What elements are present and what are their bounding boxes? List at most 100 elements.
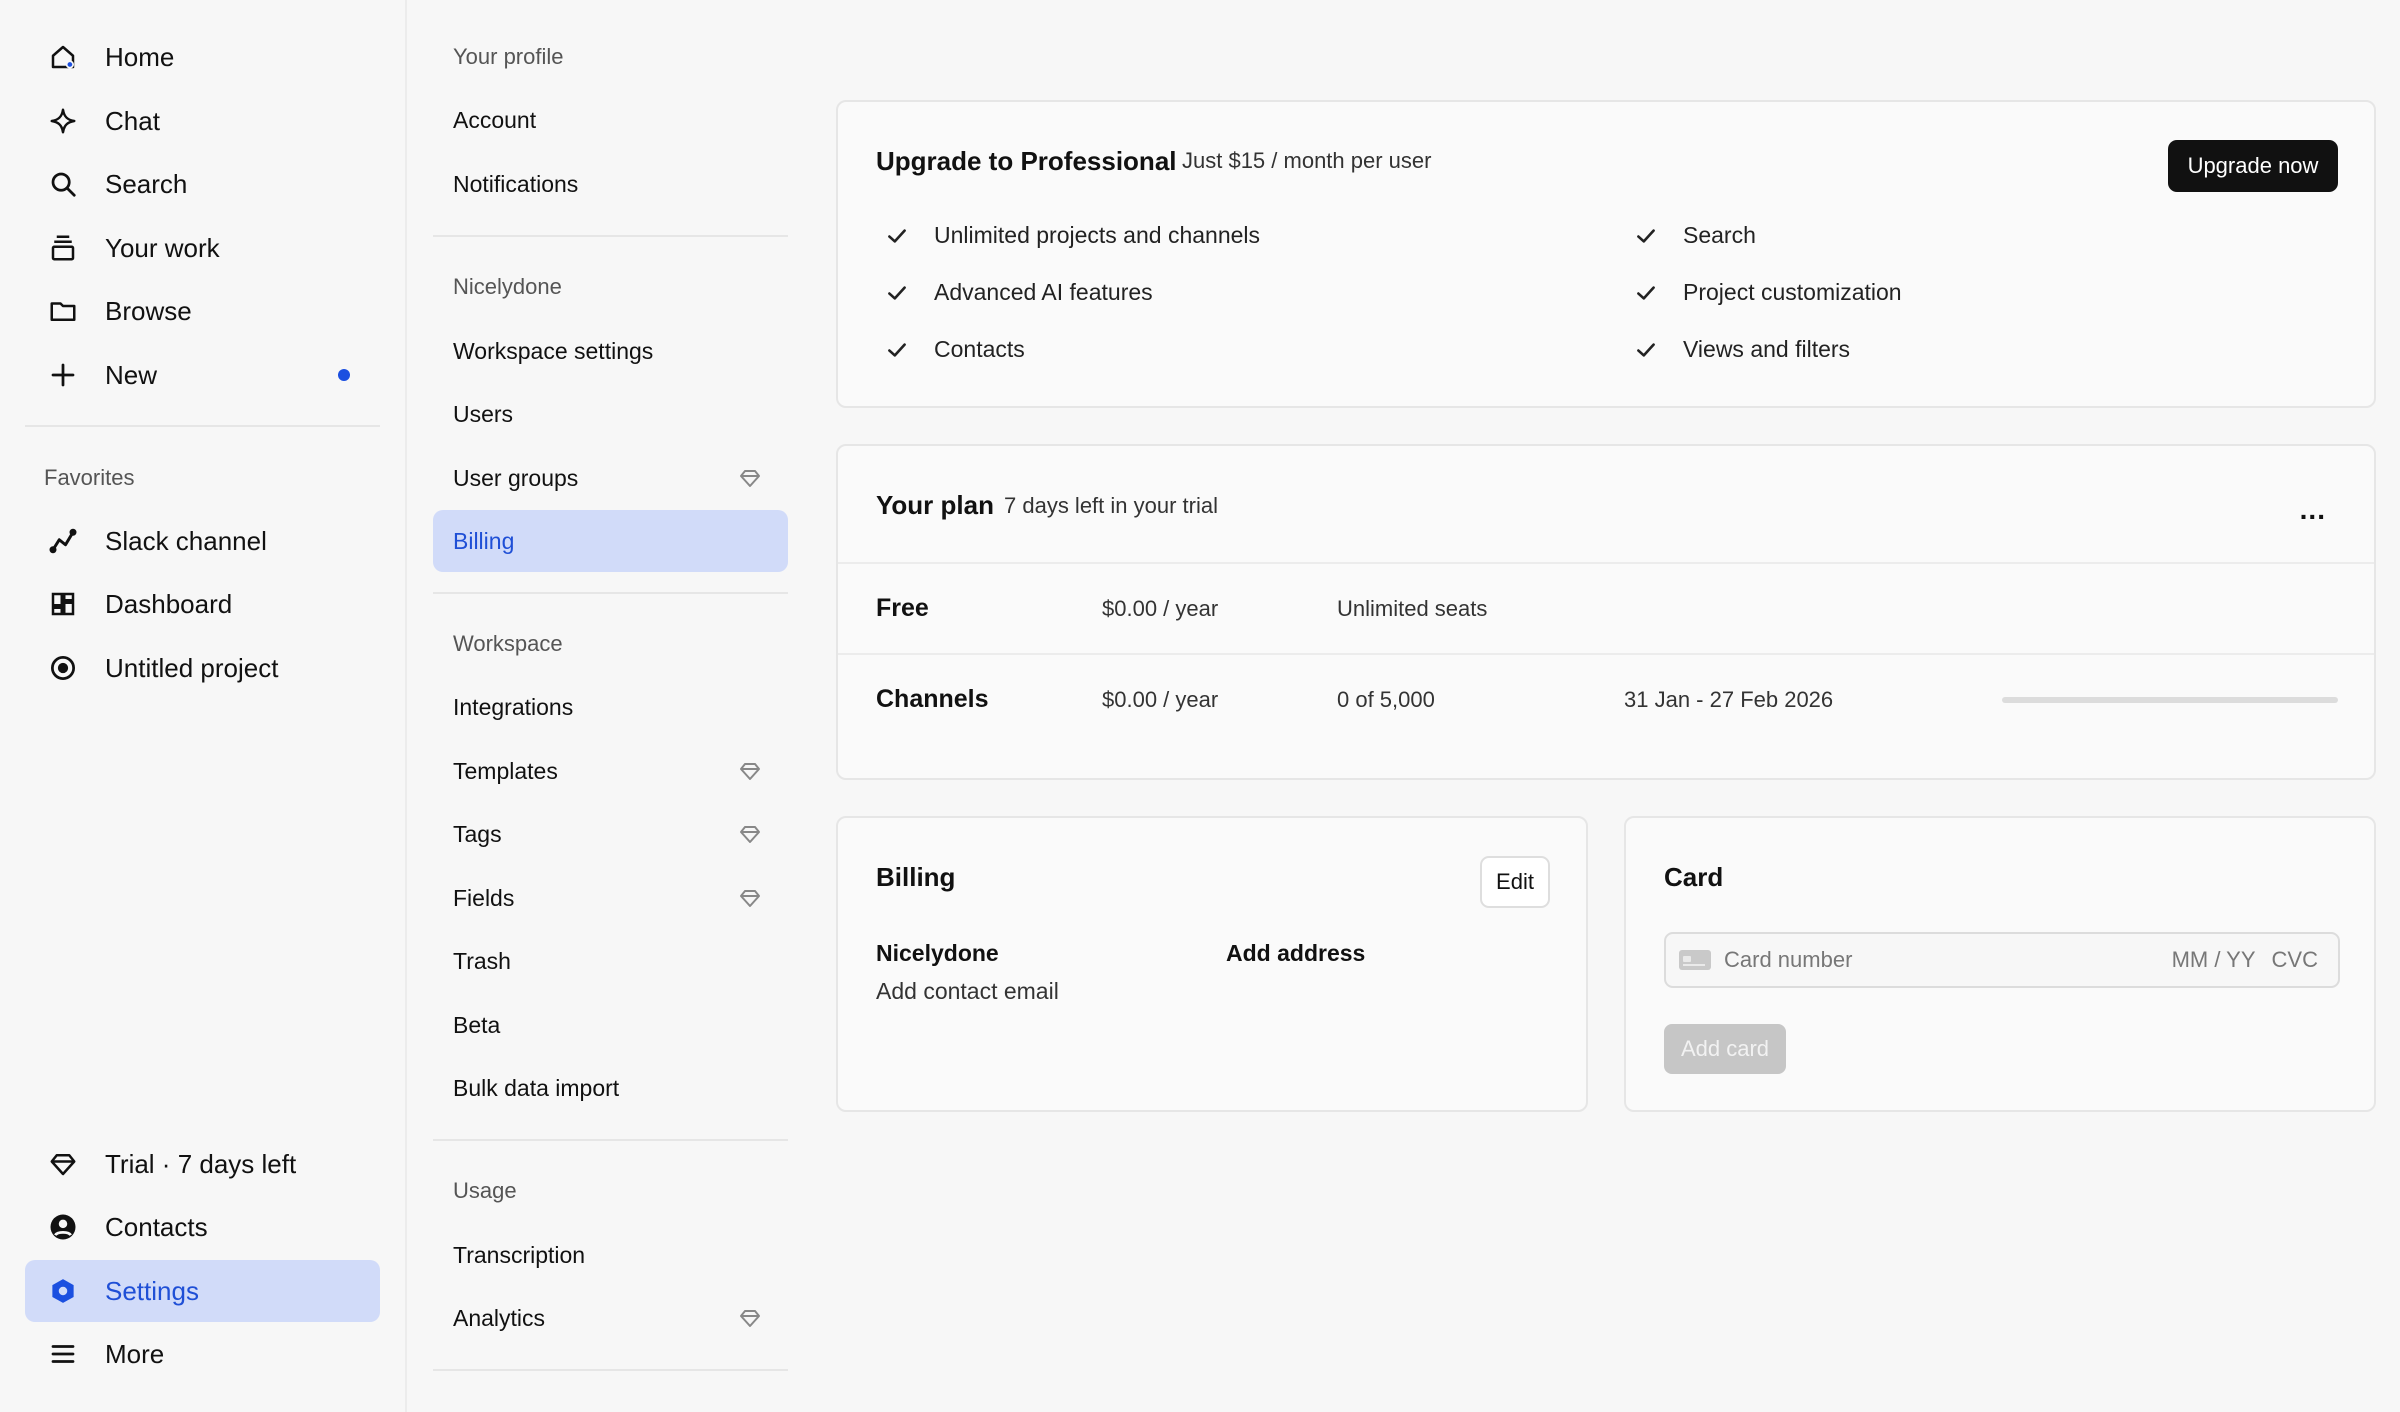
nav-chat[interactable]: Chat bbox=[25, 90, 380, 152]
plan-row-detail: Unlimited seats bbox=[1337, 596, 1488, 621]
dashboard-icon bbox=[37, 589, 89, 619]
plan-trial-status: 7 days left in your trial bbox=[1004, 493, 1218, 518]
settings-item-account[interactable]: Account bbox=[433, 89, 788, 151]
feature-label: Unlimited projects and channels bbox=[934, 222, 1261, 248]
settings-item-label: Trash bbox=[453, 947, 511, 974]
settings-item-beta[interactable]: Beta bbox=[433, 994, 788, 1056]
settings-divider bbox=[433, 592, 788, 594]
settings-section-heading: Nicelydone bbox=[453, 274, 562, 299]
billing-org-name: Nicelydone bbox=[876, 940, 999, 966]
sidebar-divider bbox=[25, 425, 380, 427]
menu-icon bbox=[37, 1339, 89, 1369]
settings-item-analytics[interactable]: Analytics bbox=[433, 1287, 788, 1349]
plus-icon bbox=[37, 360, 89, 390]
add-contact-email-link[interactable]: Add contact email bbox=[876, 978, 1059, 1005]
feature-label: Contacts bbox=[934, 336, 1025, 362]
nav-contacts-label: Contacts bbox=[105, 1211, 208, 1242]
favorite-label: Untitled project bbox=[105, 652, 279, 683]
user-circle-icon bbox=[37, 1212, 89, 1242]
feature-label: Views and filters bbox=[1683, 336, 1851, 362]
settings-item-billing[interactable]: Billing bbox=[433, 510, 788, 572]
premium-diamond-icon bbox=[740, 890, 760, 907]
card-number-placeholder[interactable]: Card number bbox=[1724, 947, 2172, 973]
add-address-link[interactable]: Add address bbox=[1226, 940, 1365, 967]
add-card-button[interactable]: Add card bbox=[1664, 1024, 1786, 1074]
nav-chat-label: Chat bbox=[105, 105, 160, 136]
settings-item-integrations[interactable]: Integrations bbox=[433, 676, 788, 738]
stack-icon bbox=[37, 233, 89, 263]
feature-item: Views and filters bbox=[1633, 336, 1850, 363]
settings-item-bulk-data-import[interactable]: Bulk data import bbox=[433, 1057, 788, 1119]
plan-row-free: Free $0.00 / year Unlimited seats bbox=[838, 564, 2374, 654]
nav-settings-label: Settings bbox=[105, 1275, 199, 1306]
settings-item-fields[interactable]: Fields bbox=[433, 867, 788, 929]
settings-item-transcription[interactable]: Transcription bbox=[433, 1224, 788, 1286]
settings-item-label: Workspace settings bbox=[453, 337, 654, 364]
card-cvc-placeholder[interactable]: CVC bbox=[2272, 947, 2318, 973]
feature-item: Search bbox=[1633, 222, 1756, 249]
nav-trial-label: Trial · 7 days left bbox=[105, 1148, 297, 1179]
feature-item: Advanced AI features bbox=[884, 279, 1153, 306]
settings-item-user-groups[interactable]: User groups bbox=[433, 447, 788, 509]
nav-browse-label: Browse bbox=[105, 295, 192, 326]
card-number-field[interactable]: Card number MM / YY CVC bbox=[1664, 932, 2340, 988]
nav-settings[interactable]: Settings bbox=[25, 1260, 380, 1322]
nav-new[interactable]: New bbox=[25, 344, 380, 406]
settings-section-heading: Workspace bbox=[453, 631, 563, 656]
feature-item: Unlimited projects and channels bbox=[884, 222, 1260, 249]
favorite-dashboard[interactable]: Dashboard bbox=[25, 573, 380, 635]
plan-row-name: Channels bbox=[876, 685, 989, 713]
settings-divider bbox=[433, 235, 788, 237]
nav-home[interactable]: Home bbox=[25, 26, 380, 88]
favorite-slack-channel[interactable]: Slack channel bbox=[25, 510, 380, 572]
app-sidebar: Home Chat Search Your work Browse New Fa… bbox=[0, 0, 407, 1412]
search-icon bbox=[37, 169, 89, 199]
new-indicator-dot bbox=[338, 369, 350, 381]
premium-diamond-icon bbox=[740, 826, 760, 843]
settings-item-tags[interactable]: Tags bbox=[433, 803, 788, 865]
home-icon bbox=[37, 42, 89, 72]
your-plan-card: Your plan 7 days left in your trial ... … bbox=[836, 444, 2376, 780]
settings-section-heading: Your profile bbox=[453, 44, 564, 69]
nav-home-label: Home bbox=[105, 41, 175, 72]
nav-trial[interactable]: Trial · 7 days left bbox=[25, 1133, 380, 1195]
plan-row-detail: 0 of 5,000 bbox=[1337, 687, 1435, 712]
folder-icon bbox=[37, 296, 89, 326]
settings-item-label: Billing bbox=[453, 527, 515, 554]
settings-item-label: Transcription bbox=[453, 1241, 586, 1268]
feature-item: Contacts bbox=[884, 336, 1025, 363]
settings-item-label: Templates bbox=[453, 757, 558, 784]
nav-contacts[interactable]: Contacts bbox=[25, 1196, 380, 1258]
settings-divider bbox=[433, 1139, 788, 1141]
settings-item-label: Account bbox=[453, 106, 537, 133]
nav-search[interactable]: Search bbox=[25, 153, 380, 215]
plan-row-name: Free bbox=[876, 594, 929, 622]
settings-item-notifications[interactable]: Notifications bbox=[433, 153, 788, 215]
diamond-icon bbox=[37, 1149, 89, 1179]
settings-item-label: Bulk data import bbox=[453, 1074, 620, 1101]
billing-title: Billing bbox=[876, 862, 956, 892]
nav-more[interactable]: More bbox=[25, 1323, 380, 1385]
favorites-heading: Favorites bbox=[44, 465, 135, 490]
chart-line-icon bbox=[37, 526, 89, 556]
edit-billing-button[interactable]: Edit bbox=[1480, 856, 1550, 908]
settings-item-trash[interactable]: Trash bbox=[433, 930, 788, 992]
compass-icon bbox=[37, 653, 89, 683]
nav-your-work[interactable]: Your work bbox=[25, 217, 380, 279]
favorite-untitled-project[interactable]: Untitled project bbox=[25, 637, 380, 699]
check-icon bbox=[888, 342, 906, 357]
billing-card: Billing Edit Nicelydone Add contact emai… bbox=[836, 816, 1588, 1112]
premium-diamond-icon bbox=[740, 1310, 760, 1327]
settings-item-workspace-settings[interactable]: Workspace settings bbox=[433, 320, 788, 382]
settings-item-templates[interactable]: Templates bbox=[433, 740, 788, 802]
upgrade-title: Upgrade to Professional bbox=[876, 146, 1177, 176]
settings-item-users[interactable]: Users bbox=[433, 383, 788, 445]
feature-item: Project customization bbox=[1633, 279, 1902, 306]
upgrade-now-button[interactable]: Upgrade now bbox=[2168, 140, 2338, 192]
nav-browse[interactable]: Browse bbox=[25, 280, 380, 342]
upgrade-price: Just $15 / month per user bbox=[1182, 148, 1432, 173]
more-options-icon[interactable]: ... bbox=[2300, 494, 2326, 526]
settings-item-label: Tags bbox=[453, 820, 502, 847]
card-expiry-placeholder[interactable]: MM / YY bbox=[2172, 947, 2256, 973]
plan-row-price: $0.00 / year bbox=[1102, 596, 1219, 621]
